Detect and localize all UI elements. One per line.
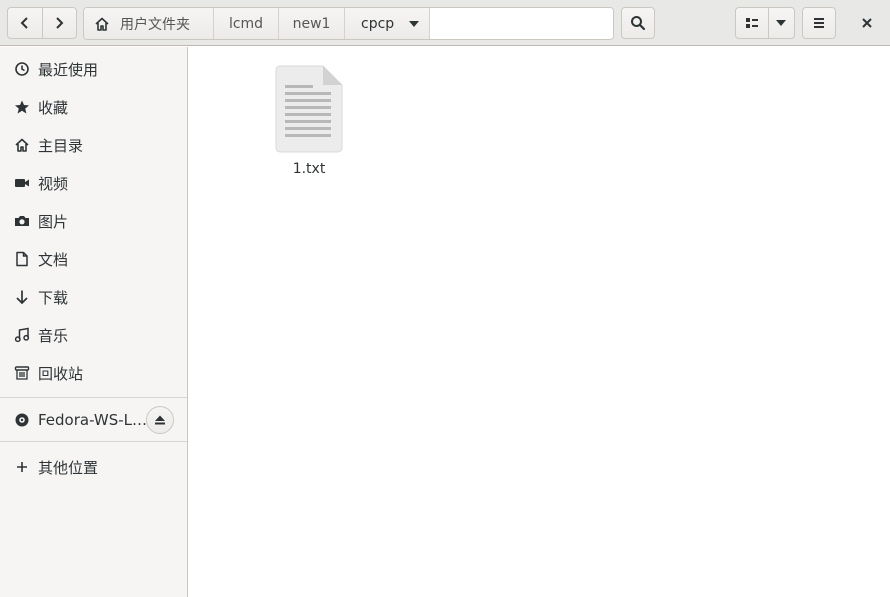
search-icon [631, 16, 646, 31]
breadcrumb-cpcp[interactable]: cpcp [345, 8, 430, 39]
chevron-left-icon [20, 17, 28, 29]
eject-icon [155, 415, 165, 425]
eject-button[interactable] [146, 406, 174, 434]
sidebar-separator [0, 441, 187, 442]
camera-icon [14, 213, 30, 229]
home-icon [95, 17, 109, 31]
file-name: 1.txt [292, 161, 326, 177]
breadcrumb-lcmd[interactable]: lcmd [214, 8, 279, 39]
home-icon [14, 137, 30, 153]
breadcrumb-label: new1 [292, 15, 331, 32]
hamburger-menu-icon [814, 18, 824, 28]
sidebar-item-home[interactable]: 主目录 [0, 127, 187, 163]
search-button[interactable] [621, 7, 655, 39]
path-bar-empty-area [430, 8, 613, 39]
trash-icon [14, 365, 30, 381]
sidebar-item-label: 主目录 [38, 136, 84, 155]
breadcrumb-new1[interactable]: new1 [279, 8, 345, 39]
sidebar-item-label: 下载 [38, 288, 69, 307]
sidebar-item-label: 图片 [38, 212, 69, 231]
sidebar-separator [0, 397, 187, 398]
header-bar: 用户文件夹 lcmd new1 cpcp [0, 0, 890, 46]
sidebar-item-downloads[interactable]: 下载 [0, 279, 187, 315]
triangle-down-icon [776, 20, 787, 26]
music-note-icon [14, 327, 30, 343]
sidebar-item-label: 收藏 [38, 98, 69, 117]
sidebar-item-label: 最近使用 [38, 60, 99, 79]
navigation-buttons [7, 7, 77, 39]
sidebar-item-label: 视频 [38, 174, 69, 193]
breadcrumb-label: lcmd [228, 15, 264, 32]
sidebar-item-recent[interactable]: 最近使用 [0, 51, 187, 87]
forward-button[interactable] [41, 8, 76, 38]
sidebar-item-label: 音乐 [38, 326, 69, 345]
chevron-right-icon [56, 17, 64, 29]
sidebar-item-label: Fedora-WS-L… [38, 411, 148, 429]
download-arrow-icon [14, 289, 30, 305]
view-mode-button[interactable] [736, 8, 768, 38]
list-view-icon [745, 18, 758, 28]
sidebar-item-music[interactable]: 音乐 [0, 317, 187, 353]
sidebar-item-videos[interactable]: 视频 [0, 165, 187, 201]
optical-disc-icon [14, 412, 30, 428]
sidebar-item-pictures[interactable]: 图片 [0, 203, 187, 239]
document-icon [14, 251, 30, 267]
close-button[interactable] [852, 8, 882, 38]
breadcrumb-label: 用户文件夹 [120, 16, 190, 33]
path-bar: 用户文件夹 lcmd new1 cpcp [83, 7, 614, 40]
main-menu-button[interactable] [802, 7, 836, 39]
view-dropdown-button[interactable] [767, 8, 794, 38]
clock-icon [14, 61, 30, 77]
video-camera-icon [14, 175, 30, 191]
sidebar-item-trash[interactable]: 回收站 [0, 355, 187, 391]
view-options [735, 7, 795, 39]
close-icon [862, 18, 872, 28]
sidebar-item-starred[interactable]: 收藏 [0, 89, 187, 125]
star-icon [14, 99, 30, 115]
text-file-icon [275, 65, 343, 153]
file-view: 1.txt [189, 47, 890, 597]
file-item[interactable]: 1.txt [269, 65, 349, 185]
sidebar-item-label: 回收站 [38, 364, 84, 383]
plus-icon [14, 459, 30, 475]
breadcrumb-label: cpcp [361, 15, 395, 32]
sidebar: 最近使用 收藏 主目录 视频 图片 文档 下载 音乐 回收站 Fedora-WS… [0, 47, 188, 597]
breadcrumb-home[interactable]: 用户文件夹 [84, 8, 214, 39]
sidebar-item-label: 文档 [38, 250, 69, 269]
sidebar-item-other-locations[interactable]: 其他位置 [0, 449, 187, 485]
sidebar-item-documents[interactable]: 文档 [0, 241, 187, 277]
sidebar-item-label: 其他位置 [38, 458, 99, 477]
back-button[interactable] [8, 8, 42, 38]
triangle-down-icon [409, 20, 420, 27]
